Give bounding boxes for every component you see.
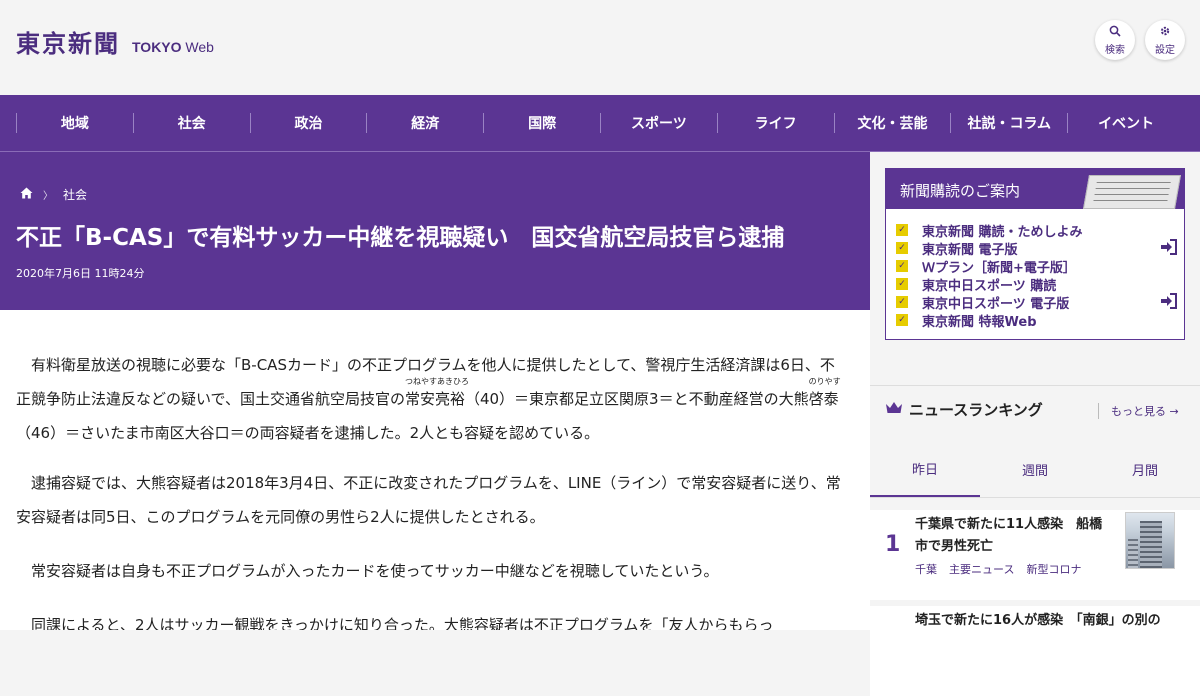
tab-weekly[interactable]: 週間 <box>980 442 1090 497</box>
search-button[interactable]: 検索 <box>1095 20 1135 60</box>
rank-number: 1 <box>885 532 901 557</box>
subscription-item[interactable]: ✓ 東京新聞 電子版 <box>896 239 1083 258</box>
nav-item-region[interactable]: 地域 <box>16 113 133 133</box>
subscription-item[interactable]: ✓ 東京新聞 購読・ためしよみ <box>896 221 1083 240</box>
ranking-tabs: 昨日 週間 月間 <box>870 442 1200 498</box>
ranking-item[interactable]: 埼玉で新たに16人が感染 「南銀」の別の <box>870 606 1200 696</box>
divider <box>870 385 1200 386</box>
article-title: 不正「B-CAS」で有料サッカー中継を視聴疑い 国交省航空局技官ら逮捕 <box>16 225 785 251</box>
subscription-header: 新聞購読のご案内 <box>886 169 1184 209</box>
tab-monthly[interactable]: 月間 <box>1090 442 1200 497</box>
logo-en: TOKYO Web <box>132 39 214 55</box>
ranking-item-tags: 千葉 主要ニュース 新型コロナ <box>915 561 1081 577</box>
ranking-thumbnail[interactable] <box>1125 512 1175 569</box>
ranking-title: ニュースランキング <box>909 401 1043 419</box>
article-paragraph: 有料衛星放送の視聴に必要な「B-CASカード」の不正プログラムを他人に提供したと… <box>16 356 841 442</box>
site-logo[interactable]: 東京新聞 TOKYO Web <box>16 24 214 59</box>
nav-item-life[interactable]: ライフ <box>716 113 834 133</box>
tag[interactable]: 主要ニュース <box>949 561 1014 577</box>
ruby-name: つねやすあきひろ 常安亮裕 <box>404 377 469 408</box>
sidebar: 新聞購読のご案内 ✓ 東京新聞 購読・ためしよみ ✓ 東京新聞 電子版 ✓ Ｗプラン［… <box>870 152 1200 696</box>
settings-button[interactable]: 設定 <box>1145 20 1185 60</box>
settings-label: 設定 <box>1155 44 1175 56</box>
check-icon: ✓ <box>896 296 908 308</box>
subscription-box: 新聞購読のご案内 ✓ 東京新聞 購読・ためしよみ ✓ 東京新聞 電子版 ✓ Ｗプラン［… <box>885 168 1185 340</box>
ranking-item-title[interactable]: 埼玉で新たに16人が感染 「南銀」の別の <box>915 610 1185 632</box>
breadcrumb: 〉 社会 <box>20 186 87 203</box>
ranking-item[interactable]: 1 千葉県で新たに11人感染 船橋市で男性死亡 千葉 主要ニュース 新型コロナ <box>870 510 1200 600</box>
nav-item-international[interactable]: 国際 <box>483 113 600 133</box>
newspaper-illustration <box>1083 175 1181 209</box>
breadcrumb-category[interactable]: 社会 <box>63 186 87 203</box>
login-icon[interactable] <box>1160 293 1178 313</box>
nav-item-culture[interactable]: 文化・芸能 <box>833 113 951 133</box>
subscription-item[interactable]: ✓ 東京中日スポーツ 購読 <box>896 275 1083 294</box>
article-date: 2020年7月6日 11時24分 <box>16 267 145 280</box>
check-icon: ✓ <box>896 242 908 254</box>
article-hero: 〉 社会 不正「B-CAS」で有料サッカー中継を視聴疑い 国交省航空局技官ら逮捕… <box>0 152 870 310</box>
home-icon[interactable] <box>20 187 33 202</box>
nav-item-editorial[interactable]: 社説・コラム <box>950 113 1067 133</box>
crown-icon <box>885 400 903 420</box>
main-nav: 地域 社会 政治 経済 国際 スポーツ ライフ 文化・芸能 社説・コラム イベン… <box>0 95 1200 152</box>
article-paragraph: 常安容疑者は自身も不正プログラムが入ったカードを使ってサッカー中継などを視聴して… <box>31 562 719 580</box>
article-paragraph: 逮捕容疑では、大熊容疑者は2018年3月4日、不正に改変されたプログラムを、LI… <box>16 474 841 526</box>
ranking-item-title[interactable]: 千葉県で新たに11人感染 船橋市で男性死亡 <box>915 514 1115 558</box>
subscription-item[interactable]: ✓ Ｗプラン［新聞+電子版］ <box>896 257 1083 276</box>
nav-item-events[interactable]: イベント <box>1067 113 1184 133</box>
tab-yesterday[interactable]: 昨日 <box>870 442 980 497</box>
login-icon[interactable] <box>1160 239 1178 259</box>
gear-icon <box>1159 25 1171 40</box>
arrow-right-icon: → <box>1169 405 1179 418</box>
check-icon: ✓ <box>896 314 908 326</box>
check-icon: ✓ <box>896 278 908 290</box>
ranking-more-link[interactable]: もっと見る → <box>1098 403 1179 419</box>
check-icon: ✓ <box>896 224 908 236</box>
article-paragraph: 同課によると、2人はサッカー観戦をきっかけに知り合った。大熊容疑者は不正プログラ… <box>31 616 774 630</box>
subscription-list: ✓ 東京新聞 購読・ためしよみ ✓ 東京新聞 電子版 ✓ Ｗプラン［新聞+電子版］ ✓… <box>896 221 1177 330</box>
search-icon <box>1109 25 1121 40</box>
search-label: 検索 <box>1105 44 1125 56</box>
article-body: 有料衛星放送の視聴に必要な「B-CASカード」の不正プログラムを他人に提供したと… <box>0 310 870 630</box>
nav-item-sports[interactable]: スポーツ <box>599 113 717 133</box>
tag[interactable]: 新型コロナ <box>1026 561 1081 577</box>
nav-item-politics[interactable]: 政治 <box>249 113 367 133</box>
ruby-name: のりやす 啓泰 <box>808 377 841 408</box>
chevron-right-icon: 〉 <box>43 191 53 202</box>
logo-jp: 東京新聞 <box>16 29 120 58</box>
nav-item-economy[interactable]: 経済 <box>366 113 483 133</box>
tag[interactable]: 千葉 <box>915 561 937 577</box>
subscription-item[interactable]: ✓ 東京中日スポーツ 電子版 <box>896 293 1083 312</box>
check-icon: ✓ <box>896 260 908 272</box>
site-header: 東京新聞 TOKYO Web 検索 設定 <box>0 0 1200 95</box>
subscription-item[interactable]: ✓ 東京新聞 特報Web <box>896 311 1083 330</box>
ranking-header: ニュースランキング <box>885 399 1043 420</box>
subscription-title: 新聞購読のご案内 <box>900 182 1021 200</box>
nav-item-society[interactable]: 社会 <box>132 113 250 133</box>
